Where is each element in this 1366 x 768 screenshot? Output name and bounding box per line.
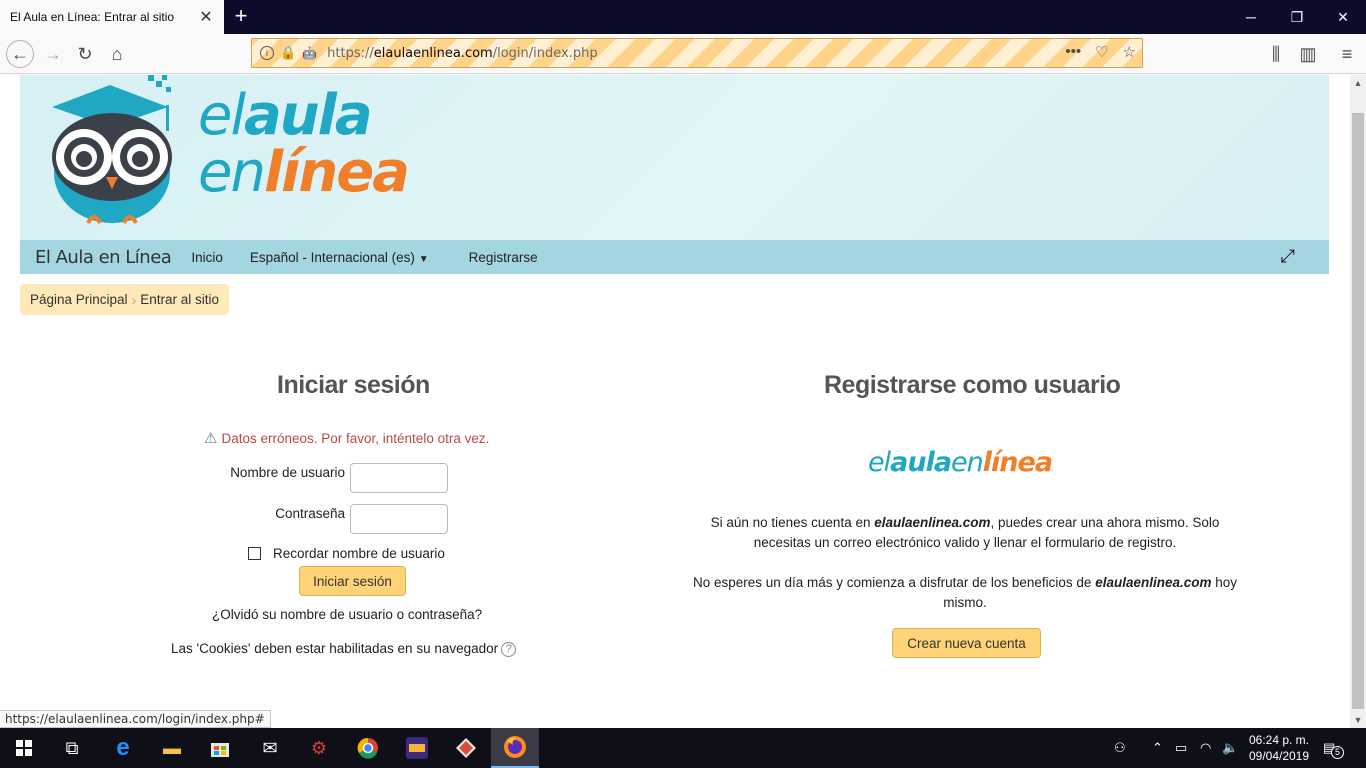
menu-hamburger-icon[interactable]: ≡	[1333, 40, 1361, 68]
browser-tab-strip: El Aula en Línea: Entrar al sitio ✕ + ─ …	[0, 0, 1366, 34]
forgot-password-link[interactable]: ¿Olvidó su nombre de usuario o contraseñ…	[212, 607, 482, 622]
cookies-notice-text: Las 'Cookies' deben estar habilitadas en…	[171, 641, 499, 656]
warning-icon: ⚠	[204, 430, 218, 447]
people-icon[interactable]: ⚇	[1114, 728, 1126, 768]
clock-date: 09/04/2019	[1248, 749, 1310, 763]
site-header-banner: elaula enlínea	[20, 75, 1329, 240]
remember-username-checkbox[interactable]	[248, 547, 261, 560]
username-label: Nombre de usuario	[230, 465, 345, 480]
windows-taskbar: ⧉ e ▬ ✉ ⚙ ⚇ ⌃ ▭ ◠ 🔈 06:24 p. m. 09/04/20…	[0, 728, 1366, 768]
password-label: Contraseña	[275, 506, 345, 521]
login-error-message: ⚠ Datos erróneos. Por favor, inténtelo o…	[204, 429, 489, 447]
breadcrumb: Página Principal › Entrar al sitio	[20, 284, 230, 315]
browser-tab-active[interactable]: El Aula en Línea: Entrar al sitio ✕	[0, 0, 224, 34]
breadcrumb-current[interactable]: Entrar al sitio	[140, 292, 219, 307]
sidebar-icon[interactable]: ▥	[1294, 40, 1322, 68]
site-logo-text: elaula enlínea	[198, 83, 410, 205]
file-explorer-icon[interactable]: ▬	[148, 728, 196, 768]
action-center-icon[interactable]: ▤ 5	[1323, 728, 1344, 768]
remote-control-icon[interactable]: 🤖	[302, 46, 317, 60]
taskbar-clock[interactable]: 06:24 p. m. 09/04/2019	[1243, 732, 1315, 764]
tab-title: El Aula en Línea: Entrar al sitio	[10, 10, 175, 24]
store-icon[interactable]	[196, 728, 244, 768]
minimize-window-icon[interactable]: ─	[1228, 0, 1274, 34]
lock-icon[interactable]: 🔒	[280, 45, 296, 61]
app-settings-icon[interactable]: ⚙	[295, 728, 343, 768]
restore-window-icon[interactable]: ❐	[1274, 0, 1320, 34]
volume-icon[interactable]: 🔈	[1222, 728, 1238, 768]
edge-browser-icon[interactable]: e	[99, 728, 147, 768]
close-window-icon[interactable]: ✕	[1320, 0, 1366, 34]
mail-icon[interactable]: ✉	[246, 728, 294, 768]
notification-count-badge: 5	[1331, 746, 1344, 759]
wifi-icon[interactable]: ◠	[1200, 728, 1211, 768]
library-icon[interactable]: ⫼	[1262, 40, 1290, 68]
page-actions-icon[interactable]: •••	[1065, 43, 1081, 61]
scroll-up-icon[interactable]: ▲	[1350, 75, 1366, 91]
owl-logo-icon	[52, 75, 172, 224]
url-text: https://elaulaenlinea.com/login/index.ph…	[327, 45, 598, 61]
language-dropdown[interactable]: Español - Internacional (es) ▼	[250, 250, 429, 265]
firefox-icon[interactable]	[491, 728, 539, 768]
home-icon[interactable]: ⌂	[103, 40, 131, 68]
remember-username-label[interactable]: Recordar nombre de usuario	[273, 546, 445, 561]
pocket-icon[interactable]: ♡	[1095, 43, 1108, 61]
login-error-text: Datos erróneos. Por favor, inténtelo otr…	[221, 430, 490, 446]
site-brand-link[interactable]: El Aula en Línea	[35, 247, 172, 268]
new-tab-icon[interactable]: +	[229, 5, 253, 29]
signup-paragraph-2: No esperes un día más y comienza a disfr…	[692, 575, 1238, 610]
forward-icon[interactable]: →	[39, 40, 67, 68]
address-bar[interactable]: i 🔒 🤖 https://elaulaenlinea.com/login/in…	[251, 38, 1143, 68]
page-scrollbar[interactable]: ▲ ▼	[1350, 75, 1366, 728]
login-title: Iniciar sesión	[277, 371, 430, 399]
caret-down-icon: ▼	[418, 253, 429, 265]
cookies-notice: Las 'Cookies' deben estar habilitadas en…	[171, 641, 517, 657]
back-icon[interactable]: ←	[6, 40, 34, 68]
clock-time: 06:24 p. m.	[1248, 733, 1310, 747]
username-input[interactable]	[350, 463, 448, 493]
scroll-thumb[interactable]	[1352, 113, 1364, 709]
site-name-emphasis: elaulaenlinea.com	[874, 515, 991, 530]
game-app-icon[interactable]	[393, 728, 441, 768]
nav-inicio[interactable]: Inicio	[191, 250, 223, 265]
browser-toolbar: ← → ↻ ⌂ i 🔒 🤖 https://elaulaenlinea.com/…	[0, 34, 1366, 74]
fullscreen-toggle-icon[interactable]: ⤢	[1281, 246, 1295, 267]
task-view-icon[interactable]: ⧉	[48, 728, 96, 768]
close-tab-icon[interactable]: ✕	[198, 9, 214, 26]
breadcrumb-separator-icon: ›	[131, 291, 137, 308]
help-icon[interactable]: ?	[501, 641, 517, 657]
signup-title: Registrarse como usuario	[824, 371, 1121, 399]
signup-paragraph-1: Si aún no tienes cuenta en elaulaenlinea…	[710, 515, 1220, 550]
password-input[interactable]	[350, 504, 448, 534]
site-nav-bar: El Aula en Línea Inicio Español - Intern…	[20, 240, 1329, 274]
git-app-icon[interactable]	[442, 728, 490, 768]
link-status-bar: https://elaulaenlinea.com/login/index.ph…	[0, 710, 271, 728]
breadcrumb-home-link[interactable]: Página Principal	[30, 292, 128, 307]
nav-registrarse[interactable]: Registrarse	[469, 250, 538, 265]
chrome-icon[interactable]	[344, 728, 392, 768]
info-icon[interactable]: i	[260, 46, 274, 60]
login-submit-button[interactable]: Iniciar sesión	[299, 566, 406, 596]
battery-icon[interactable]: ▭	[1175, 728, 1187, 768]
page-viewport: elaula enlínea El Aula en Línea Inicio E…	[0, 75, 1350, 713]
reload-icon[interactable]: ↻	[71, 40, 99, 68]
create-account-button[interactable]: Crear nueva cuenta	[892, 628, 1041, 658]
windows-start-icon[interactable]	[0, 728, 48, 768]
tray-expand-icon[interactable]: ⌃	[1152, 728, 1163, 768]
scroll-down-icon[interactable]: ▼	[1350, 712, 1366, 728]
site-name-emphasis: elaulaenlinea.com	[1095, 575, 1212, 590]
signup-logo: elaulaenlínea	[868, 447, 1053, 478]
bookmark-star-icon[interactable]: ☆	[1123, 43, 1136, 61]
